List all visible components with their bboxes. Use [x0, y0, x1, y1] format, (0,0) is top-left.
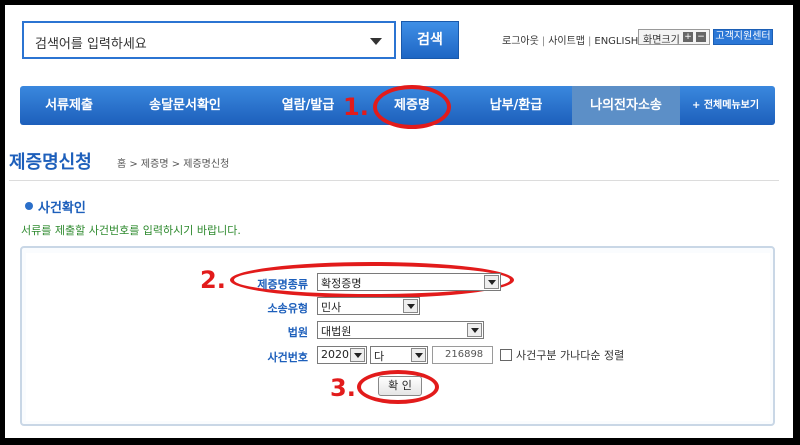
nav-item-payment-refund[interactable]: 납부/환급: [460, 86, 572, 125]
section-title: 사건확인: [38, 201, 86, 216]
search-button[interactable]: 검색: [401, 21, 459, 59]
english-link[interactable]: ENGLISH: [594, 36, 638, 47]
section-description: 서류를 제출할 사건번호를 입력하시기 바랍니다.: [21, 224, 241, 237]
court-value: 대법원: [321, 325, 352, 338]
step-1-highlight: [373, 85, 451, 129]
chevron-down-icon[interactable]: [403, 299, 418, 313]
case-number-label: 사건번호: [267, 351, 308, 364]
nav-item-service-check[interactable]: 송달문서확인: [118, 86, 252, 125]
chevron-down-icon[interactable]: [411, 348, 426, 362]
search-placeholder: 검색어를 입력하세요: [35, 37, 147, 52]
case-code-select[interactable]: 다: [370, 346, 428, 364]
case-year-select[interactable]: 2020: [317, 346, 367, 364]
zoom-in-icon[interactable]: +: [683, 32, 693, 42]
breadcrumb: 홈 > 제증명 > 제증명신청: [117, 159, 230, 170]
lawsuit-type-select[interactable]: 민사: [317, 297, 420, 315]
case-year-value: 2020: [321, 348, 349, 361]
case-code-value: 다: [374, 350, 385, 363]
chevron-down-icon[interactable]: [467, 323, 482, 337]
dropdown-caret-icon[interactable]: [370, 38, 382, 45]
lawsuit-type-value: 민사: [321, 301, 342, 314]
search-input[interactable]: 검색어를 입력하세요: [22, 21, 396, 59]
customer-support-button[interactable]: 고객지원센터: [713, 29, 773, 45]
chevron-down-icon[interactable]: [484, 275, 499, 289]
nav-item-my-lawsuit[interactable]: 나의전자소송: [572, 86, 680, 125]
confirm-button[interactable]: 확 인: [378, 376, 422, 396]
step-2-marker: 2.: [200, 266, 226, 294]
step-3-marker: 3.: [330, 374, 356, 402]
step-1-marker: 1.: [343, 93, 369, 121]
page-title: 제증명신청: [9, 152, 92, 173]
all-menu-button[interactable]: + 전체메뉴보기: [692, 86, 759, 125]
lawsuit-type-label: 소송유형: [267, 302, 308, 315]
chevron-down-icon[interactable]: [350, 348, 365, 362]
sort-checkbox[interactable]: [500, 349, 512, 361]
court-label: 법원: [287, 326, 308, 339]
case-number-value: 216898: [445, 349, 484, 360]
sitemap-link[interactable]: 사이트맵: [548, 32, 585, 47]
cert-type-select[interactable]: 확정증명: [317, 273, 501, 291]
zoom-label: 화면크기: [643, 35, 680, 46]
cert-type-value: 확정증명: [321, 277, 362, 290]
bullet-icon: [25, 202, 33, 210]
cert-type-label: 제증명종류: [257, 278, 308, 291]
nav-item-document-submission[interactable]: 서류제출: [20, 86, 118, 125]
zoom-control: 화면크기 + −: [638, 29, 710, 46]
divider: [9, 180, 779, 181]
zoom-out-icon[interactable]: −: [696, 32, 706, 42]
case-number-input[interactable]: 216898: [432, 346, 493, 364]
utility-links: 로그아웃 | 사이트맵 | ENGLISH: [502, 32, 638, 47]
court-select[interactable]: 대법원: [317, 321, 484, 339]
sort-checkbox-label: 사건구분 가나다순 정렬: [516, 349, 625, 362]
logout-link[interactable]: 로그아웃: [502, 32, 539, 47]
